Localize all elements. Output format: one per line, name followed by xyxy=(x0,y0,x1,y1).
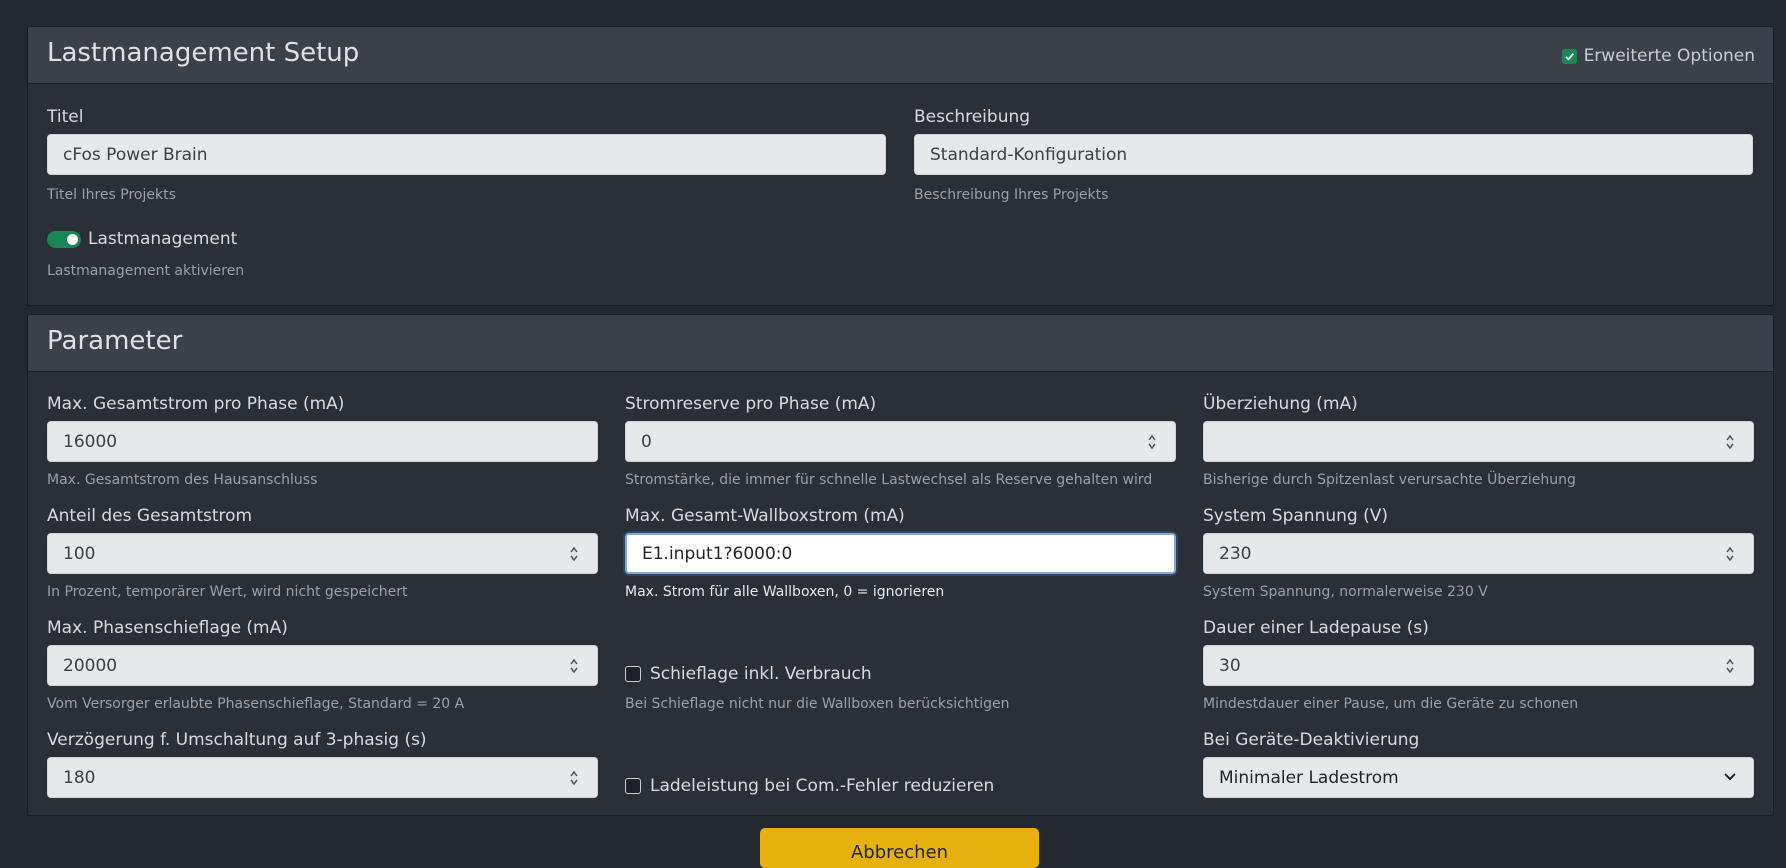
wallboxstrom-value: E1.input1?6000:0 xyxy=(642,543,793,564)
setup-title: Lastmanagement Setup xyxy=(47,38,360,68)
parameter-title: Parameter xyxy=(47,326,183,356)
spinner-icon[interactable] xyxy=(569,657,579,675)
ladepause-value: 30 xyxy=(1219,655,1241,676)
ladepause-input[interactable]: 30 xyxy=(1203,645,1754,686)
spinner-icon[interactable] xyxy=(1725,657,1735,675)
cancel-button[interactable]: Abbrechen xyxy=(760,828,1039,868)
lastmanagement-label: Lastmanagement xyxy=(88,229,238,249)
wallboxstrom-help: Max. Strom für alle Wallboxen, 0 = ignor… xyxy=(625,584,945,600)
setup-card-header: Lastmanagement Setup Erweiterte Optionen xyxy=(28,27,1773,84)
max-gesamtstrom-help: Max. Gesamtstrom des Hausanschluss xyxy=(47,472,318,488)
advanced-options-checkbox[interactable] xyxy=(1561,48,1577,64)
anteil-value: 100 xyxy=(63,543,96,564)
wallboxstrom-label: Max. Gesamt-Wallboxstrom (mA) xyxy=(625,506,905,526)
deaktivierung-label: Bei Geräte-Deaktivierung xyxy=(1203,730,1420,750)
anteil-help: In Prozent, temporärer Wert, wird nicht … xyxy=(47,584,408,600)
verzoegerung-label: Verzögerung f. Umschaltung auf 3-phasig … xyxy=(47,730,427,750)
spinner-icon[interactable] xyxy=(1725,433,1735,451)
beschreibung-input[interactable]: Standard-Konfiguration xyxy=(914,134,1753,175)
verzoegerung-value: 180 xyxy=(63,767,96,788)
phasenschieflage-input[interactable]: 20000 xyxy=(47,645,598,686)
setup-card: Lastmanagement Setup Erweiterte Optionen… xyxy=(27,26,1774,306)
beschreibung-value: Standard-Konfiguration xyxy=(930,144,1128,165)
spinner-icon[interactable] xyxy=(1147,433,1157,451)
stromreserve-help: Stromstärke, die immer für schnelle Last… xyxy=(625,472,1153,488)
chevron-down-icon xyxy=(1724,773,1736,781)
anteil-label: Anteil des Gesamtstrom xyxy=(47,506,253,526)
schieflage-verbrauch-checkbox[interactable] xyxy=(625,666,641,682)
titel-input[interactable]: cFos Power Brain xyxy=(47,134,886,175)
lastmanagement-switch[interactable] xyxy=(47,231,81,248)
ueberziehung-help: Bisherige durch Spitzenlast verursachte … xyxy=(1203,472,1576,488)
spinner-icon[interactable] xyxy=(569,545,579,563)
max-gesamtstrom-value: 16000 xyxy=(63,431,118,452)
spinner-icon[interactable] xyxy=(569,769,579,787)
ladepause-help: Mindestdauer einer Pause, um die Geräte … xyxy=(1203,696,1579,712)
parameter-card-header: Parameter xyxy=(28,315,1773,372)
phasenschieflage-value: 20000 xyxy=(63,655,118,676)
deaktivierung-value: Minimaler Ladestrom xyxy=(1219,767,1399,788)
parameter-card: Parameter Max. Gesamtstrom pro Phase (mA… xyxy=(27,314,1774,816)
max-gesamtstrom-input[interactable]: 16000 xyxy=(47,421,598,462)
deaktivierung-select[interactable]: Minimaler Ladestrom xyxy=(1203,757,1754,798)
phasenschieflage-help: Vom Versorger erlaubte Phasenschieflage,… xyxy=(47,696,465,712)
verzoegerung-input[interactable]: 180 xyxy=(47,757,598,798)
max-gesamtstrom-label: Max. Gesamtstrom pro Phase (mA) xyxy=(47,394,345,414)
spinner-icon[interactable] xyxy=(1725,545,1735,563)
ueberziehung-label: Überziehung (mA) xyxy=(1203,394,1358,414)
schieflage-verbrauch-label: Schieflage inkl. Verbrauch xyxy=(650,664,872,684)
schieflage-verbrauch-help: Bei Schieflage nicht nur die Wallboxen b… xyxy=(625,696,1010,712)
titel-value: cFos Power Brain xyxy=(63,144,208,165)
lastmanagement-help: Lastmanagement aktivieren xyxy=(47,263,245,279)
beschreibung-help: Beschreibung Ihres Projekts xyxy=(914,187,1109,203)
spannung-help: System Spannung, normalerweise 230 V xyxy=(1203,584,1488,600)
comfehler-checkbox[interactable] xyxy=(625,778,641,794)
stromreserve-input[interactable]: 0 xyxy=(625,421,1176,462)
advanced-options-label: Erweiterte Optionen xyxy=(1583,46,1755,66)
spannung-label: System Spannung (V) xyxy=(1203,506,1388,526)
ueberziehung-input[interactable] xyxy=(1203,421,1754,462)
advanced-options-toggle[interactable]: Erweiterte Optionen xyxy=(1561,46,1755,66)
check-icon xyxy=(1564,52,1574,61)
ladepause-label: Dauer einer Ladepause (s) xyxy=(1203,618,1429,638)
phasenschieflage-label: Max. Phasenschieflage (mA) xyxy=(47,618,288,638)
stromreserve-value: 0 xyxy=(641,431,652,452)
spannung-input[interactable]: 230 xyxy=(1203,533,1754,574)
titel-label: Titel xyxy=(47,107,84,127)
spannung-value: 230 xyxy=(1219,543,1252,564)
titel-help: Titel Ihres Projekts xyxy=(47,187,176,203)
stromreserve-label: Stromreserve pro Phase (mA) xyxy=(625,394,877,414)
wallboxstrom-input[interactable]: E1.input1?6000:0 xyxy=(625,533,1176,574)
comfehler-label: Ladeleistung bei Com.-Fehler reduzieren xyxy=(650,776,995,796)
beschreibung-label: Beschreibung xyxy=(914,107,1031,127)
anteil-input[interactable]: 100 xyxy=(47,533,598,574)
